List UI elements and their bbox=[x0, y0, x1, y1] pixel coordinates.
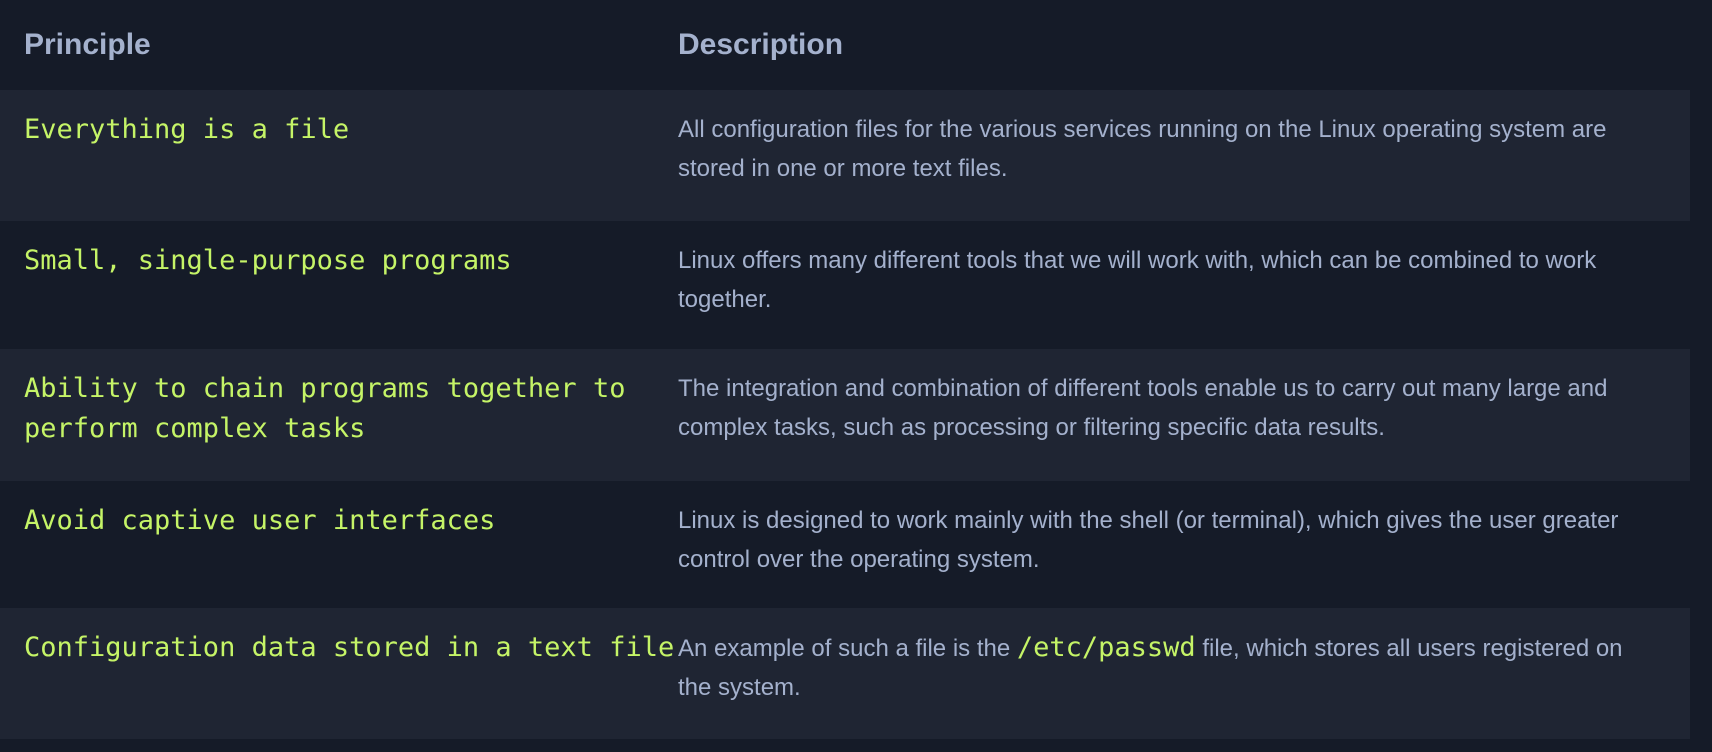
table-row: Everything is a file All configuration f… bbox=[0, 90, 1690, 221]
principles-table: Principle Description Everything is a fi… bbox=[0, 0, 1690, 739]
table-row: Ability to chain programs together to pe… bbox=[0, 349, 1690, 481]
description-cell: All configuration files for the various … bbox=[678, 116, 1607, 182]
table-row: Avoid captive user interfaces Linux is d… bbox=[0, 481, 1690, 608]
description-cell: The integration and combination of diffe… bbox=[678, 375, 1608, 441]
principle-cell: Small, single-purpose programs bbox=[24, 245, 512, 276]
column-header-description: Description bbox=[678, 28, 844, 61]
column-header-principle: Principle bbox=[24, 28, 151, 61]
description-cell: Linux offers many different tools that w… bbox=[678, 247, 1597, 313]
description-cell: Linux is designed to work mainly with th… bbox=[678, 507, 1619, 573]
table-row: Configuration data stored in a text file… bbox=[0, 608, 1690, 739]
table-header-row: Principle Description bbox=[0, 0, 1690, 90]
description-cell: An example of such a file is the /etc/pa… bbox=[678, 628, 1660, 707]
table-row: Small, single-purpose programs Linux off… bbox=[0, 221, 1690, 349]
principle-cell: Configuration data stored in a text file bbox=[24, 632, 675, 663]
inline-code-path: /etc/passwd bbox=[1016, 632, 1196, 663]
principle-cell: Ability to chain programs together to pe… bbox=[24, 373, 626, 444]
principle-cell: Avoid captive user interfaces bbox=[24, 505, 496, 536]
principle-cell: Everything is a file bbox=[24, 114, 350, 145]
description-text-before: An example of such a file is the bbox=[678, 635, 1011, 662]
